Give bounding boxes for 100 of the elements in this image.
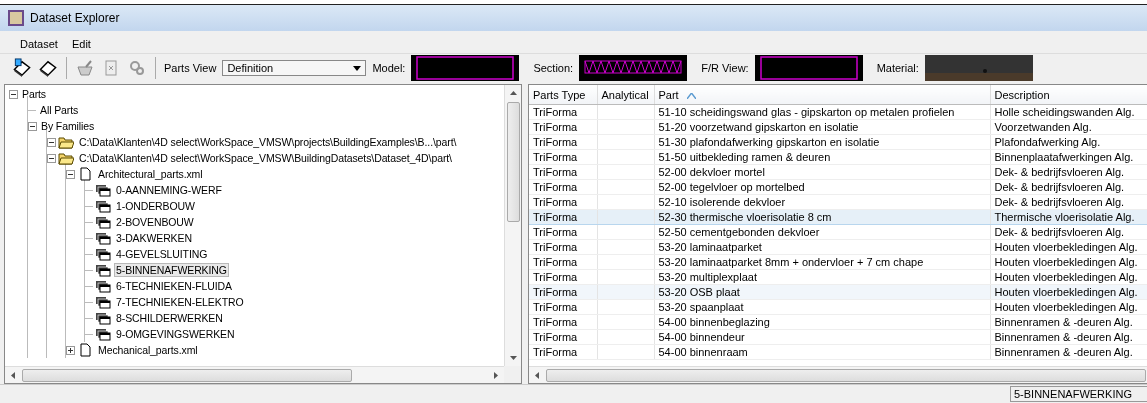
folder-icon bbox=[58, 135, 74, 149]
field-label: Section: bbox=[533, 62, 574, 74]
table-cell: TriForma bbox=[529, 239, 597, 255]
table-cell: Houten vloerbekledingen Alg. bbox=[990, 254, 1147, 270]
expand-icon[interactable] bbox=[66, 345, 75, 355]
column-header[interactable]: Part bbox=[654, 85, 990, 105]
table-cell: Dek- & bedrijfsvloeren Alg. bbox=[990, 164, 1147, 180]
table-cell: Houten vloerbekledingen Alg. bbox=[990, 299, 1147, 315]
table-cell: 54-00 binnendeur bbox=[654, 329, 990, 345]
tree-item[interactable]: 5-BINNENAFWERKING bbox=[114, 263, 229, 277]
layers-icon bbox=[95, 311, 111, 325]
eraser-icon[interactable] bbox=[38, 58, 58, 78]
layers-icon bbox=[95, 263, 111, 277]
table-cell: TriForma bbox=[529, 164, 597, 180]
eraser-icon[interactable] bbox=[12, 58, 32, 78]
field-label: F/R View: bbox=[701, 62, 749, 74]
table-cell: 54-00 binnenraam bbox=[654, 344, 990, 360]
menu-item[interactable]: Edit bbox=[69, 38, 93, 50]
table-cell: TriForma bbox=[529, 299, 597, 315]
layers-icon bbox=[95, 279, 111, 293]
table-cell: Dek- & bedrijfsvloeren Alg. bbox=[990, 179, 1147, 195]
table-cell: TriForma bbox=[529, 134, 597, 150]
layers-icon bbox=[95, 327, 111, 341]
collapse-icon[interactable] bbox=[9, 89, 18, 99]
table-cell: TriForma bbox=[529, 314, 597, 330]
tree-item[interactable]: 9-OMGEVINGSWERKEN bbox=[114, 327, 237, 341]
column-header[interactable]: Parts Type bbox=[529, 85, 597, 105]
tree-item[interactable]: 2-BOVENBOUW bbox=[114, 215, 196, 229]
scrollbar-corner bbox=[504, 366, 521, 383]
table-cell: 52-50 cementgebonden dekvloer bbox=[654, 224, 990, 240]
vertical-scrollbar[interactable] bbox=[504, 85, 521, 366]
table-cell: Houten vloerbekledingen Alg. bbox=[990, 269, 1147, 285]
table-cell: 53-20 multiplexplaat bbox=[654, 269, 990, 285]
layers-icon bbox=[95, 183, 111, 197]
table-cell: Voorzetwanden Alg. bbox=[990, 119, 1147, 135]
collapse-icon[interactable] bbox=[66, 169, 75, 179]
table-cell: 54-00 binnenbeglazing bbox=[654, 314, 990, 330]
app-icon bbox=[8, 10, 24, 26]
tree-item[interactable]: All Parts bbox=[38, 103, 81, 117]
table-cell: Plafondafwerking Alg. bbox=[990, 134, 1147, 150]
table-cell: TriForma bbox=[529, 329, 597, 345]
tree-item[interactable]: 8-SCHILDERWERKEN bbox=[114, 311, 225, 325]
tree-item[interactable]: 0-AANNEMING-WERF bbox=[114, 183, 224, 197]
window-title: Dataset Explorer bbox=[30, 11, 120, 25]
layers-icon bbox=[95, 247, 111, 261]
table-cell: 52-00 tegelvloer op mortelbed bbox=[654, 179, 990, 195]
table-cell: Binnenplaatafwerkingen Alg. bbox=[990, 149, 1147, 165]
tree-item[interactable]: C:\Data\Klanten\4D select\WorkSpace_VMSW\projects\BuildingExamples\B...\part\ bbox=[77, 135, 459, 149]
collapse-icon[interactable] bbox=[47, 153, 56, 163]
column-header[interactable]: Analytical bbox=[597, 85, 654, 105]
menu-item[interactable]: Dataset bbox=[18, 38, 60, 50]
tree-item[interactable]: 3-DAKWERKEN bbox=[114, 231, 194, 245]
caret-icon bbox=[353, 65, 362, 71]
document-icon bbox=[77, 167, 93, 181]
table-cell: Dek- & bedrijfsvloeren Alg. bbox=[990, 224, 1147, 240]
column-header[interactable]: Description bbox=[990, 85, 1147, 105]
table-cell: Houten vloerbekledingen Alg. bbox=[990, 239, 1147, 255]
layers-icon bbox=[95, 215, 111, 229]
table-cell: 53-20 laminaatparket bbox=[654, 239, 990, 255]
table-cell: TriForma bbox=[529, 119, 597, 135]
table-cell: 52-10 isolerende dekvloer bbox=[654, 194, 990, 210]
collapse-icon[interactable] bbox=[47, 137, 56, 147]
table-cell: 51-50 uitbekleding ramen & deuren bbox=[654, 149, 990, 165]
table-cell: TriForma bbox=[529, 254, 597, 270]
tree-item[interactable]: Mechanical_parts.xml bbox=[96, 343, 200, 357]
collapse-icon[interactable] bbox=[28, 121, 37, 131]
field-label: Material: bbox=[876, 62, 919, 74]
tree-item[interactable]: 1-ONDERBOUW bbox=[114, 199, 197, 213]
tree-item[interactable]: 7-TECHNIEKEN-ELEKTRO bbox=[114, 295, 246, 309]
layers-icon bbox=[95, 199, 111, 213]
table-cell: Binnenramen & -deuren Alg. bbox=[990, 314, 1147, 330]
field-label: Parts View bbox=[164, 62, 217, 74]
tree-item[interactable]: Architectural_parts.xml bbox=[96, 167, 205, 181]
table-cell: TriForma bbox=[529, 224, 597, 240]
table-cell: 51-10 scheidingswand glas - gipskarton op metalen profielen bbox=[654, 104, 990, 120]
table-cell: TriForma bbox=[529, 149, 597, 165]
horizontal-scrollbar[interactable] bbox=[529, 366, 1147, 383]
table-cell: Binnenramen & -deuren Alg. bbox=[990, 344, 1147, 360]
tree-item[interactable]: Parts bbox=[20, 87, 48, 101]
table-cell: Binnenramen & -deuren Alg. bbox=[990, 329, 1147, 345]
table-cell: 51-30 plafondafwerking gipskarton en isolatie bbox=[654, 134, 990, 150]
folder-icon bbox=[58, 151, 74, 165]
tree-item[interactable]: 4-GEVELSLUITING bbox=[114, 247, 210, 261]
layers-icon bbox=[95, 231, 111, 245]
table-cell: Dek- & bedrijfsvloeren Alg. bbox=[990, 194, 1147, 210]
tree-item[interactable]: C:\Data\Klanten\4D select\WorkSpace_VMSW\BuildingDatasets\Dataset_4D\part\ bbox=[77, 151, 454, 165]
table-cell: TriForma bbox=[529, 344, 597, 360]
document-icon bbox=[77, 343, 93, 357]
table-cell: Holle scheidingswanden Alg. bbox=[990, 104, 1147, 120]
table-cell: TriForma bbox=[529, 104, 597, 120]
field-label: Model: bbox=[372, 62, 406, 74]
status-text: 5-BINNENAFWERKING bbox=[1010, 386, 1147, 402]
bowl-icon[interactable] bbox=[75, 58, 95, 78]
table-cell: 53-20 spaanplaat bbox=[654, 299, 990, 315]
parts-view-dropdown[interactable]: Definition bbox=[222, 60, 367, 76]
table-cell: 53-20 laminaatparket 8mm + ondervloer + 7 cm chape bbox=[654, 254, 990, 270]
tree-item[interactable]: By Families bbox=[39, 119, 97, 133]
horizontal-scrollbar[interactable] bbox=[5, 366, 504, 383]
tree-item[interactable]: 6-TECHNIEKEN-FLUIDA bbox=[114, 279, 234, 293]
table-cell: TriForma bbox=[529, 179, 597, 195]
